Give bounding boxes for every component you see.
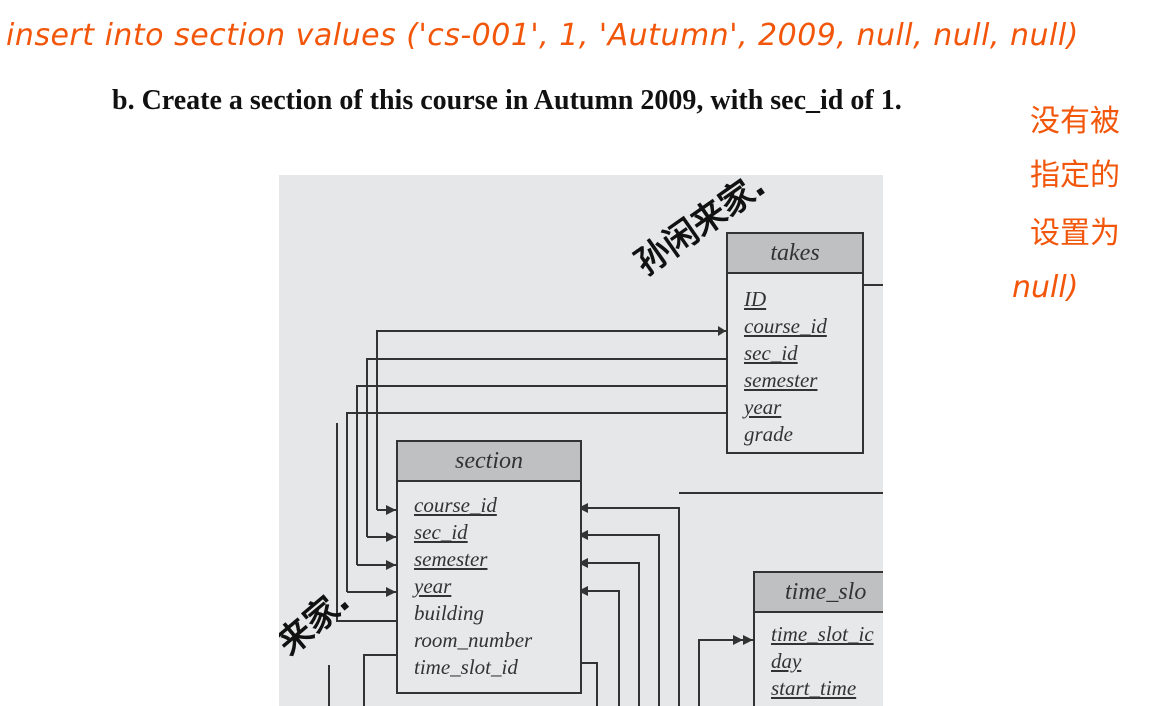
takes-table: takes ID course_id sec_id semester year …: [726, 232, 864, 454]
time-slot-attr: start_time: [771, 676, 857, 700]
handwritten-note-line-3: 设置为: [1030, 216, 1120, 251]
section-attr: year: [414, 574, 452, 598]
takes-attr: ID: [744, 287, 767, 311]
handwritten-note-line-4: null): [1012, 270, 1079, 305]
section-attr: course_id: [414, 493, 497, 517]
schema-diagram-photo: takes ID course_id sec_id semester year …: [279, 175, 883, 706]
takes-attr: semester: [744, 368, 818, 392]
section-attr: semester: [414, 547, 488, 571]
section-title: section: [398, 442, 580, 482]
takes-title: takes: [728, 234, 862, 274]
handwritten-sql-annotation: insert into section values ('cs-001', 1,…: [6, 18, 1079, 53]
takes-attr: course_id: [744, 314, 827, 338]
section-attr: sec_id: [414, 520, 468, 544]
section-attr: room_number: [414, 628, 533, 652]
time-slot-attr: day: [771, 649, 802, 673]
section-table: section course_id sec_id semester year b…: [396, 440, 582, 694]
takes-attr: grade: [744, 422, 793, 446]
takes-attr: sec_id: [744, 341, 798, 365]
section-attr: building: [414, 601, 485, 625]
question-text: b. Create a section of this course in Au…: [112, 85, 902, 116]
time-slot-attr: time_slot_ic: [771, 622, 874, 646]
handwritten-note-line-2: 指定的: [1030, 158, 1120, 193]
handwritten-note-line-1: 没有被: [1030, 104, 1120, 139]
section-attr: time_slot_id: [414, 655, 518, 679]
takes-attr: year: [744, 395, 782, 419]
time-slot-title: time_slo: [755, 573, 883, 613]
time-slot-table: time_slo time_slot_ic day start_time: [753, 571, 883, 706]
